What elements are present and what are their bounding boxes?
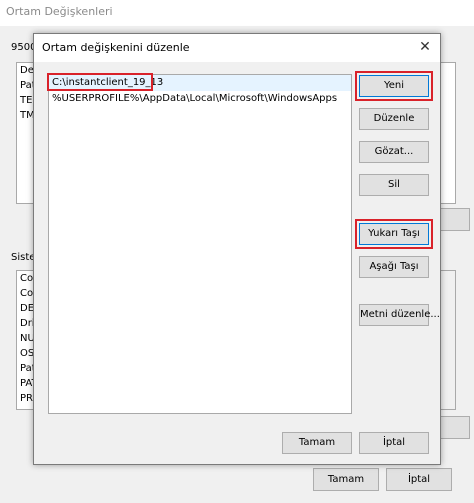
edit-button[interactable]: Düzenle <box>359 108 429 130</box>
path-item-text: C:\instantclient_19_13 <box>52 77 164 88</box>
user-variables-label: 9500 <box>11 42 33 53</box>
delete-button[interactable]: Sil <box>359 174 429 196</box>
system-variables-label: Sister <box>11 252 33 263</box>
background-window-title: Ortam Değişkenleri <box>6 5 113 18</box>
ok-button[interactable]: Tamam <box>282 432 352 454</box>
cancel-button[interactable]: İptal <box>359 432 429 454</box>
background-ok-button[interactable]: Tamam <box>313 468 379 491</box>
background-cancel-button[interactable]: İptal <box>386 468 452 491</box>
close-icon[interactable]: ✕ <box>412 36 438 58</box>
path-list-item[interactable]: %USERPROFILE%\AppData\Local\Microsoft\Wi… <box>49 91 351 107</box>
background-edge-button[interactable] <box>440 208 470 231</box>
path-item-text: %USERPROFILE%\AppData\Local\Microsoft\Wi… <box>52 93 338 104</box>
new-button[interactable]: Yeni <box>359 75 429 97</box>
edit-text-button[interactable]: Metni düzenle... <box>359 304 440 326</box>
move-up-button[interactable]: Yukarı Taşı <box>359 223 429 245</box>
dialog-titlebar: Ortam değişkenini düzenle ✕ <box>34 34 440 62</box>
background-titlebar: Ortam Değişkenleri <box>0 0 474 26</box>
system-list-scrollbar[interactable] <box>439 271 455 409</box>
background-edge-button[interactable] <box>440 416 470 439</box>
edit-environment-variable-dialog: Ortam değişkenini düzenle ✕ C:\instantcl… <box>33 33 441 465</box>
move-down-button[interactable]: Aşağı Taşı <box>359 256 429 278</box>
dialog-title: Ortam değişkenini düzenle <box>42 41 190 54</box>
browse-button[interactable]: Gözat... <box>359 141 429 163</box>
path-list-item-selected[interactable]: C:\instantclient_19_13 <box>49 75 351 91</box>
path-list[interactable]: C:\instantclient_19_13 %USERPROFILE%\App… <box>48 74 352 414</box>
